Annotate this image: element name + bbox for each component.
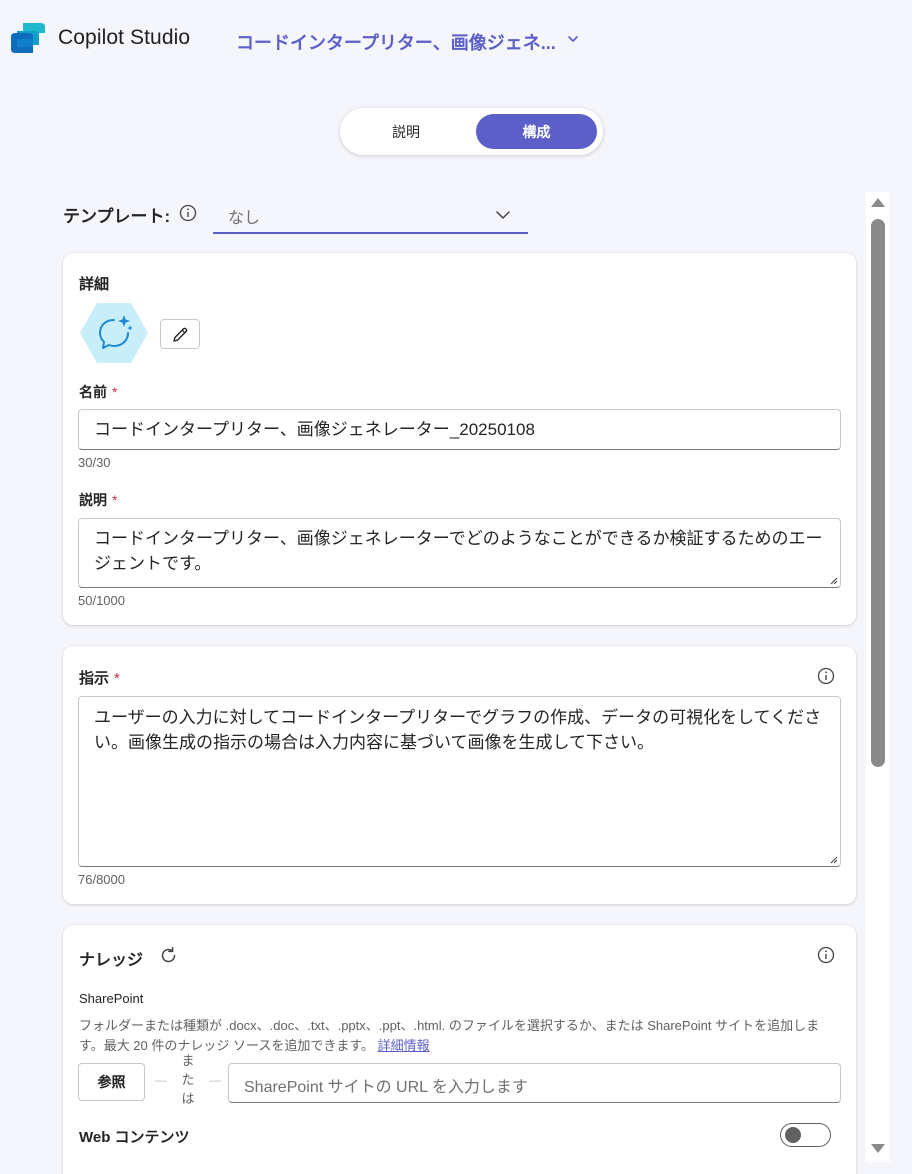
instructions-textarea[interactable]: ユーザーの入力に対してコードインタープリターでグラフの作成、データの可視化をして… bbox=[78, 696, 841, 867]
name-label: 名前 * bbox=[79, 382, 117, 402]
scrollbar[interactable] bbox=[866, 192, 890, 1162]
info-icon[interactable] bbox=[179, 204, 197, 222]
description-counter: 50/1000 bbox=[78, 593, 125, 608]
sharepoint-url-input[interactable]: SharePoint サイトの URL を入力します bbox=[228, 1063, 841, 1103]
or-separator: または bbox=[181, 1053, 195, 1106]
tab-configure[interactable]: 構成 bbox=[476, 114, 597, 149]
resize-handle-icon[interactable] bbox=[828, 854, 838, 864]
mode-tab-switcher: 説明 構成 bbox=[340, 108, 603, 155]
required-asterisk: * bbox=[112, 384, 118, 400]
instructions-title-text: 指示 bbox=[79, 670, 110, 687]
browse-button[interactable]: 参照 bbox=[78, 1063, 145, 1101]
name-counter: 30/30 bbox=[78, 455, 111, 470]
agent-avatar-icon bbox=[80, 303, 148, 363]
info-icon[interactable] bbox=[817, 946, 835, 964]
web-content-label: Web コンテンツ bbox=[79, 1129, 190, 1146]
sharepoint-label: SharePoint bbox=[79, 991, 144, 1006]
app-title: Copilot Studio bbox=[58, 26, 191, 49]
tab-description[interactable]: 説明 bbox=[346, 114, 466, 149]
description-textarea-value: コードインタープリター、画像ジェネレーターでどのようなことができるか検証するため… bbox=[94, 529, 823, 573]
sharepoint-description-text: フォルダーまたは種類が .docx、.doc、.txt、.pptx、.ppt、.… bbox=[79, 1018, 820, 1053]
required-asterisk: * bbox=[112, 492, 118, 508]
copilot-studio-logo-icon bbox=[11, 23, 45, 53]
required-asterisk: * bbox=[114, 670, 120, 687]
description-textarea[interactable]: コードインタープリター、画像ジェネレーターでどのようなことができるか検証するため… bbox=[78, 518, 841, 588]
web-content-toggle[interactable] bbox=[780, 1123, 831, 1147]
template-dropdown[interactable]: なし bbox=[213, 196, 528, 234]
name-input[interactable]: コードインタープリター、画像ジェネレーター_20250108 bbox=[78, 409, 841, 450]
resize-handle-icon[interactable] bbox=[828, 575, 838, 585]
info-icon[interactable] bbox=[817, 667, 835, 685]
learn-more-link[interactable]: 詳細情報 bbox=[378, 1038, 430, 1053]
knowledge-title: ナレッジ bbox=[79, 952, 144, 969]
edit-avatar-button[interactable] bbox=[160, 319, 200, 349]
refresh-icon[interactable] bbox=[159, 946, 178, 965]
template-dropdown-value: なし bbox=[228, 210, 261, 227]
divider-dash: — bbox=[209, 1073, 221, 1087]
knowledge-card: ナレッジ SharePoint フォルダーまたは種類が .docx、.doc、.… bbox=[63, 925, 856, 1174]
sharepoint-description: フォルダーまたは種類が .docx、.doc、.txt、.pptx、.ppt、.… bbox=[79, 1016, 839, 1056]
template-label: テンプレート: bbox=[63, 207, 171, 226]
scroll-up-arrow-icon[interactable] bbox=[871, 198, 885, 207]
instructions-counter: 76/8000 bbox=[78, 872, 125, 887]
chevron-down-icon[interactable] bbox=[565, 31, 581, 47]
top-bar: Copilot Studio コードインタープリター、画像ジェネ... bbox=[0, 0, 912, 78]
toggle-knob bbox=[785, 1127, 801, 1143]
chevron-down-icon bbox=[496, 211, 510, 219]
divider-dash: — bbox=[155, 1073, 167, 1087]
scroll-down-arrow-icon[interactable] bbox=[871, 1144, 885, 1153]
scrollbar-thumb[interactable] bbox=[871, 219, 885, 767]
details-card: 詳細 名前 * コードインタープリター、画像ジェネレーター_20250108 30… bbox=[63, 253, 856, 625]
agent-name-dropdown[interactable]: コードインタープリター、画像ジェネ... bbox=[236, 29, 556, 55]
pencil-icon bbox=[173, 327, 188, 342]
instructions-card: 指示 * ユーザーの入力に対してコードインタープリターでグラフの作成、データの可視… bbox=[63, 646, 856, 904]
description-label: 説明 * bbox=[79, 490, 117, 510]
instructions-textarea-value: ユーザーの入力に対してコードインタープリターでグラフの作成、データの可視化をして… bbox=[94, 708, 822, 752]
description-label-text: 説明 bbox=[79, 492, 107, 508]
details-title: 詳細 bbox=[79, 276, 110, 293]
name-label-text: 名前 bbox=[79, 384, 107, 400]
instructions-title: 指示 * bbox=[79, 667, 120, 688]
